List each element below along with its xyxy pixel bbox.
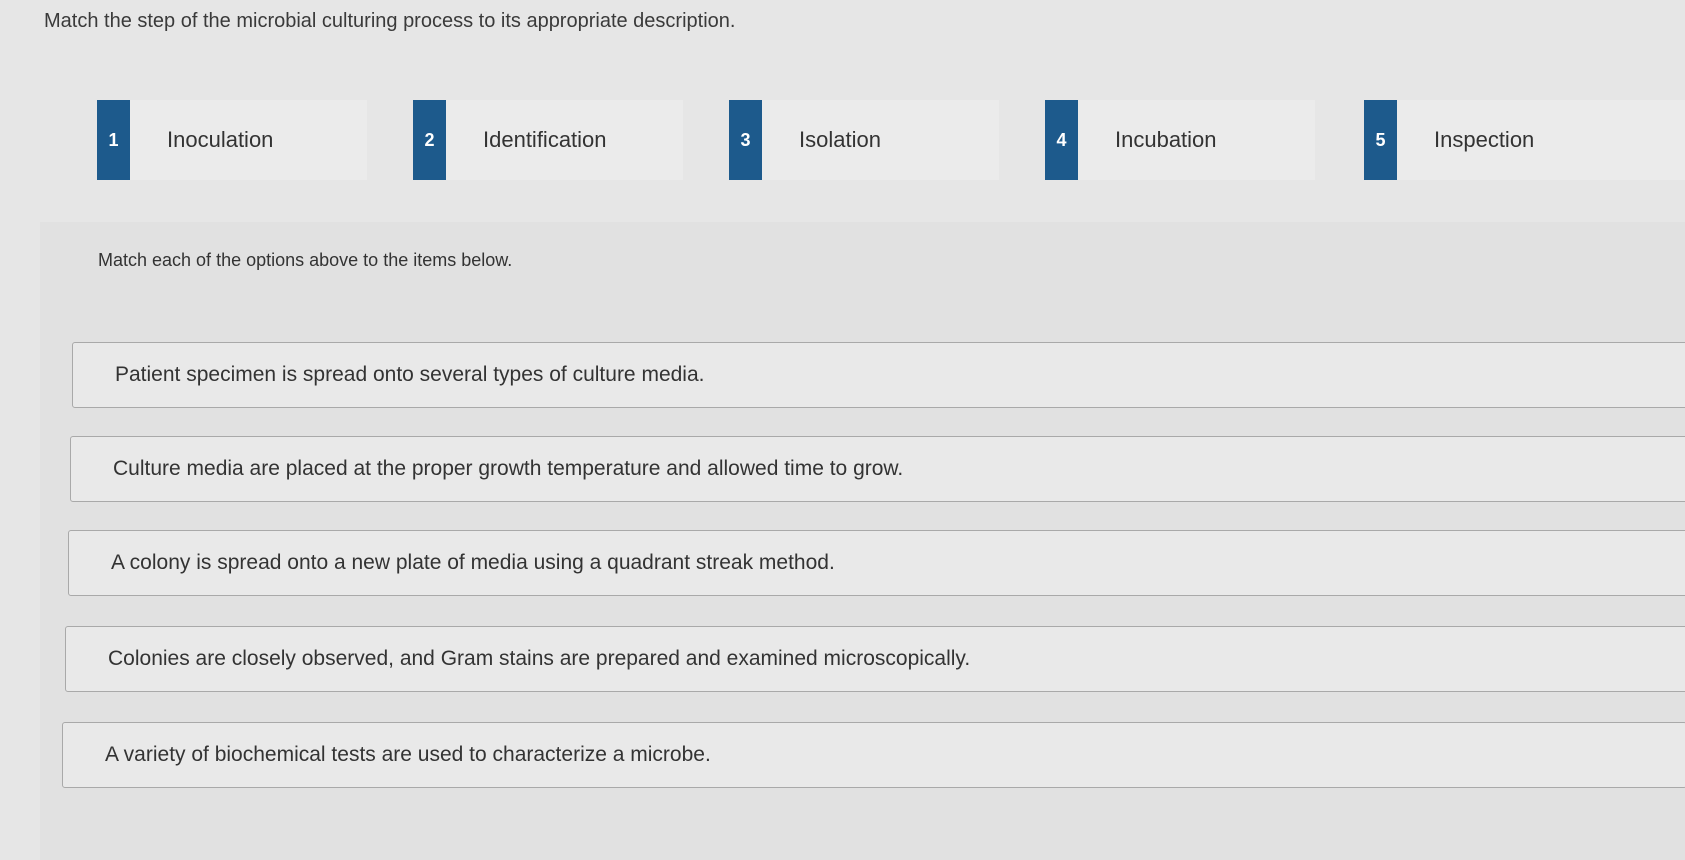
drop-target-item-2[interactable]: Culture media are placed at the proper g… — [70, 436, 1685, 502]
item-description: A colony is spread onto a new plate of m… — [111, 551, 835, 574]
match-instructions: Match each of the options above to the i… — [98, 250, 513, 270]
item-description: A variety of biochemical tests are used … — [105, 743, 711, 766]
item-description: Colonies are closely observed, and Gram … — [108, 647, 971, 670]
item-description: Patient specimen is spread onto several … — [115, 363, 705, 386]
option-number-badge: 4 — [1045, 100, 1078, 180]
options-row: 1 Inoculation 2 Identification 3 Isolati… — [0, 100, 1685, 190]
option-label: Inspection — [1434, 127, 1535, 152]
option-label: Identification — [483, 127, 607, 152]
option-1-draggable[interactable]: 1 Inoculation — [97, 100, 367, 180]
drop-target-item-4[interactable]: Colonies are closely observed, and Gram … — [65, 626, 1685, 692]
drop-target-item-1[interactable]: Patient specimen is spread onto several … — [72, 342, 1685, 408]
question-prompt: Match the step of the microbial culturin… — [44, 10, 736, 32]
option-number-badge: 3 — [729, 100, 762, 180]
drop-target-item-3[interactable]: A colony is spread onto a new plate of m… — [68, 530, 1685, 596]
item-description: Culture media are placed at the proper g… — [113, 457, 904, 480]
option-number-badge: 1 — [97, 100, 130, 180]
option-number-badge: 2 — [413, 100, 446, 180]
option-3-draggable[interactable]: 3 Isolation — [729, 100, 999, 180]
match-panel: Match each of the options above to the i… — [40, 222, 1685, 860]
option-label: Incubation — [1115, 127, 1217, 152]
option-4-draggable[interactable]: 4 Incubation — [1045, 100, 1315, 180]
drop-target-item-5[interactable]: A variety of biochemical tests are used … — [62, 722, 1685, 788]
option-2-draggable[interactable]: 2 Identification — [413, 100, 683, 180]
option-label: Inoculation — [167, 127, 274, 152]
option-5-draggable[interactable]: 5 Inspection — [1364, 100, 1685, 180]
option-label: Isolation — [799, 127, 881, 152]
option-number-badge: 5 — [1364, 100, 1397, 180]
